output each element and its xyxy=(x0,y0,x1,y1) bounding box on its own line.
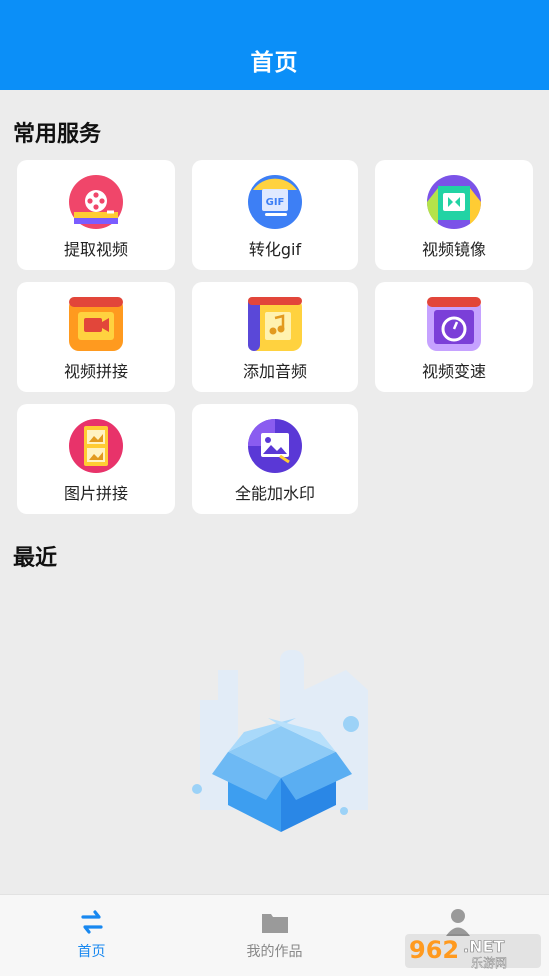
service-tile-video-speed[interactable]: 视频变速 xyxy=(375,282,533,392)
tab-label: 我的作品 xyxy=(246,944,303,960)
tab-my-works[interactable]: 我的作品 xyxy=(183,895,366,976)
svg-text:962: 962 xyxy=(409,936,459,964)
service-tile-extract-video[interactable]: 提取视频 xyxy=(17,160,175,270)
service-label: 视频拼接 xyxy=(63,362,128,381)
service-tile-convert-gif[interactable]: GIF 转化gif xyxy=(192,160,358,270)
page-title: 首页 xyxy=(250,50,299,76)
section-title-services: 常用服务 xyxy=(13,122,102,147)
image-collage-icon xyxy=(69,419,123,473)
service-tile-video-mirror[interactable]: 视频镜像 xyxy=(375,160,533,270)
tab-home[interactable]: 首页 xyxy=(0,895,183,976)
service-label: 转化gif xyxy=(248,240,302,259)
site-watermark-logo: 962 .NET 乐游网 xyxy=(405,934,541,970)
service-label: 视频镜像 xyxy=(421,240,486,259)
svg-text:乐游网: 乐游网 xyxy=(471,956,507,970)
service-label: 图片拼接 xyxy=(63,484,128,503)
service-label: 视频变速 xyxy=(421,362,486,381)
app-header: 首页 xyxy=(0,0,549,90)
music-note-icon xyxy=(248,297,302,351)
film-reel-icon xyxy=(69,175,123,229)
service-tile-video-join[interactable]: 视频拼接 xyxy=(17,282,175,392)
gif-icon: GIF xyxy=(248,175,302,229)
section-title-recent: 最近 xyxy=(13,546,58,571)
service-label: 添加音频 xyxy=(242,362,307,381)
mirror-icon xyxy=(426,175,482,229)
service-tile-image-join[interactable]: 图片拼接 xyxy=(17,404,175,514)
tab-label: 首页 xyxy=(77,944,106,960)
empty-box-illustration xyxy=(192,650,368,832)
video-camera-icon xyxy=(69,297,123,351)
service-label: 提取视频 xyxy=(63,240,128,259)
folder-icon xyxy=(261,914,288,933)
speedometer-icon xyxy=(427,297,481,351)
service-tile-add-audio[interactable]: 添加音频 xyxy=(192,282,358,392)
svg-text:GIF: GIF xyxy=(266,197,285,208)
svg-text:.NET: .NET xyxy=(463,937,504,956)
image-watermark-icon xyxy=(248,419,302,473)
service-tile-watermark[interactable]: 全能加水印 xyxy=(192,404,358,514)
home-swap-icon xyxy=(80,910,103,934)
service-label: 全能加水印 xyxy=(234,484,315,503)
